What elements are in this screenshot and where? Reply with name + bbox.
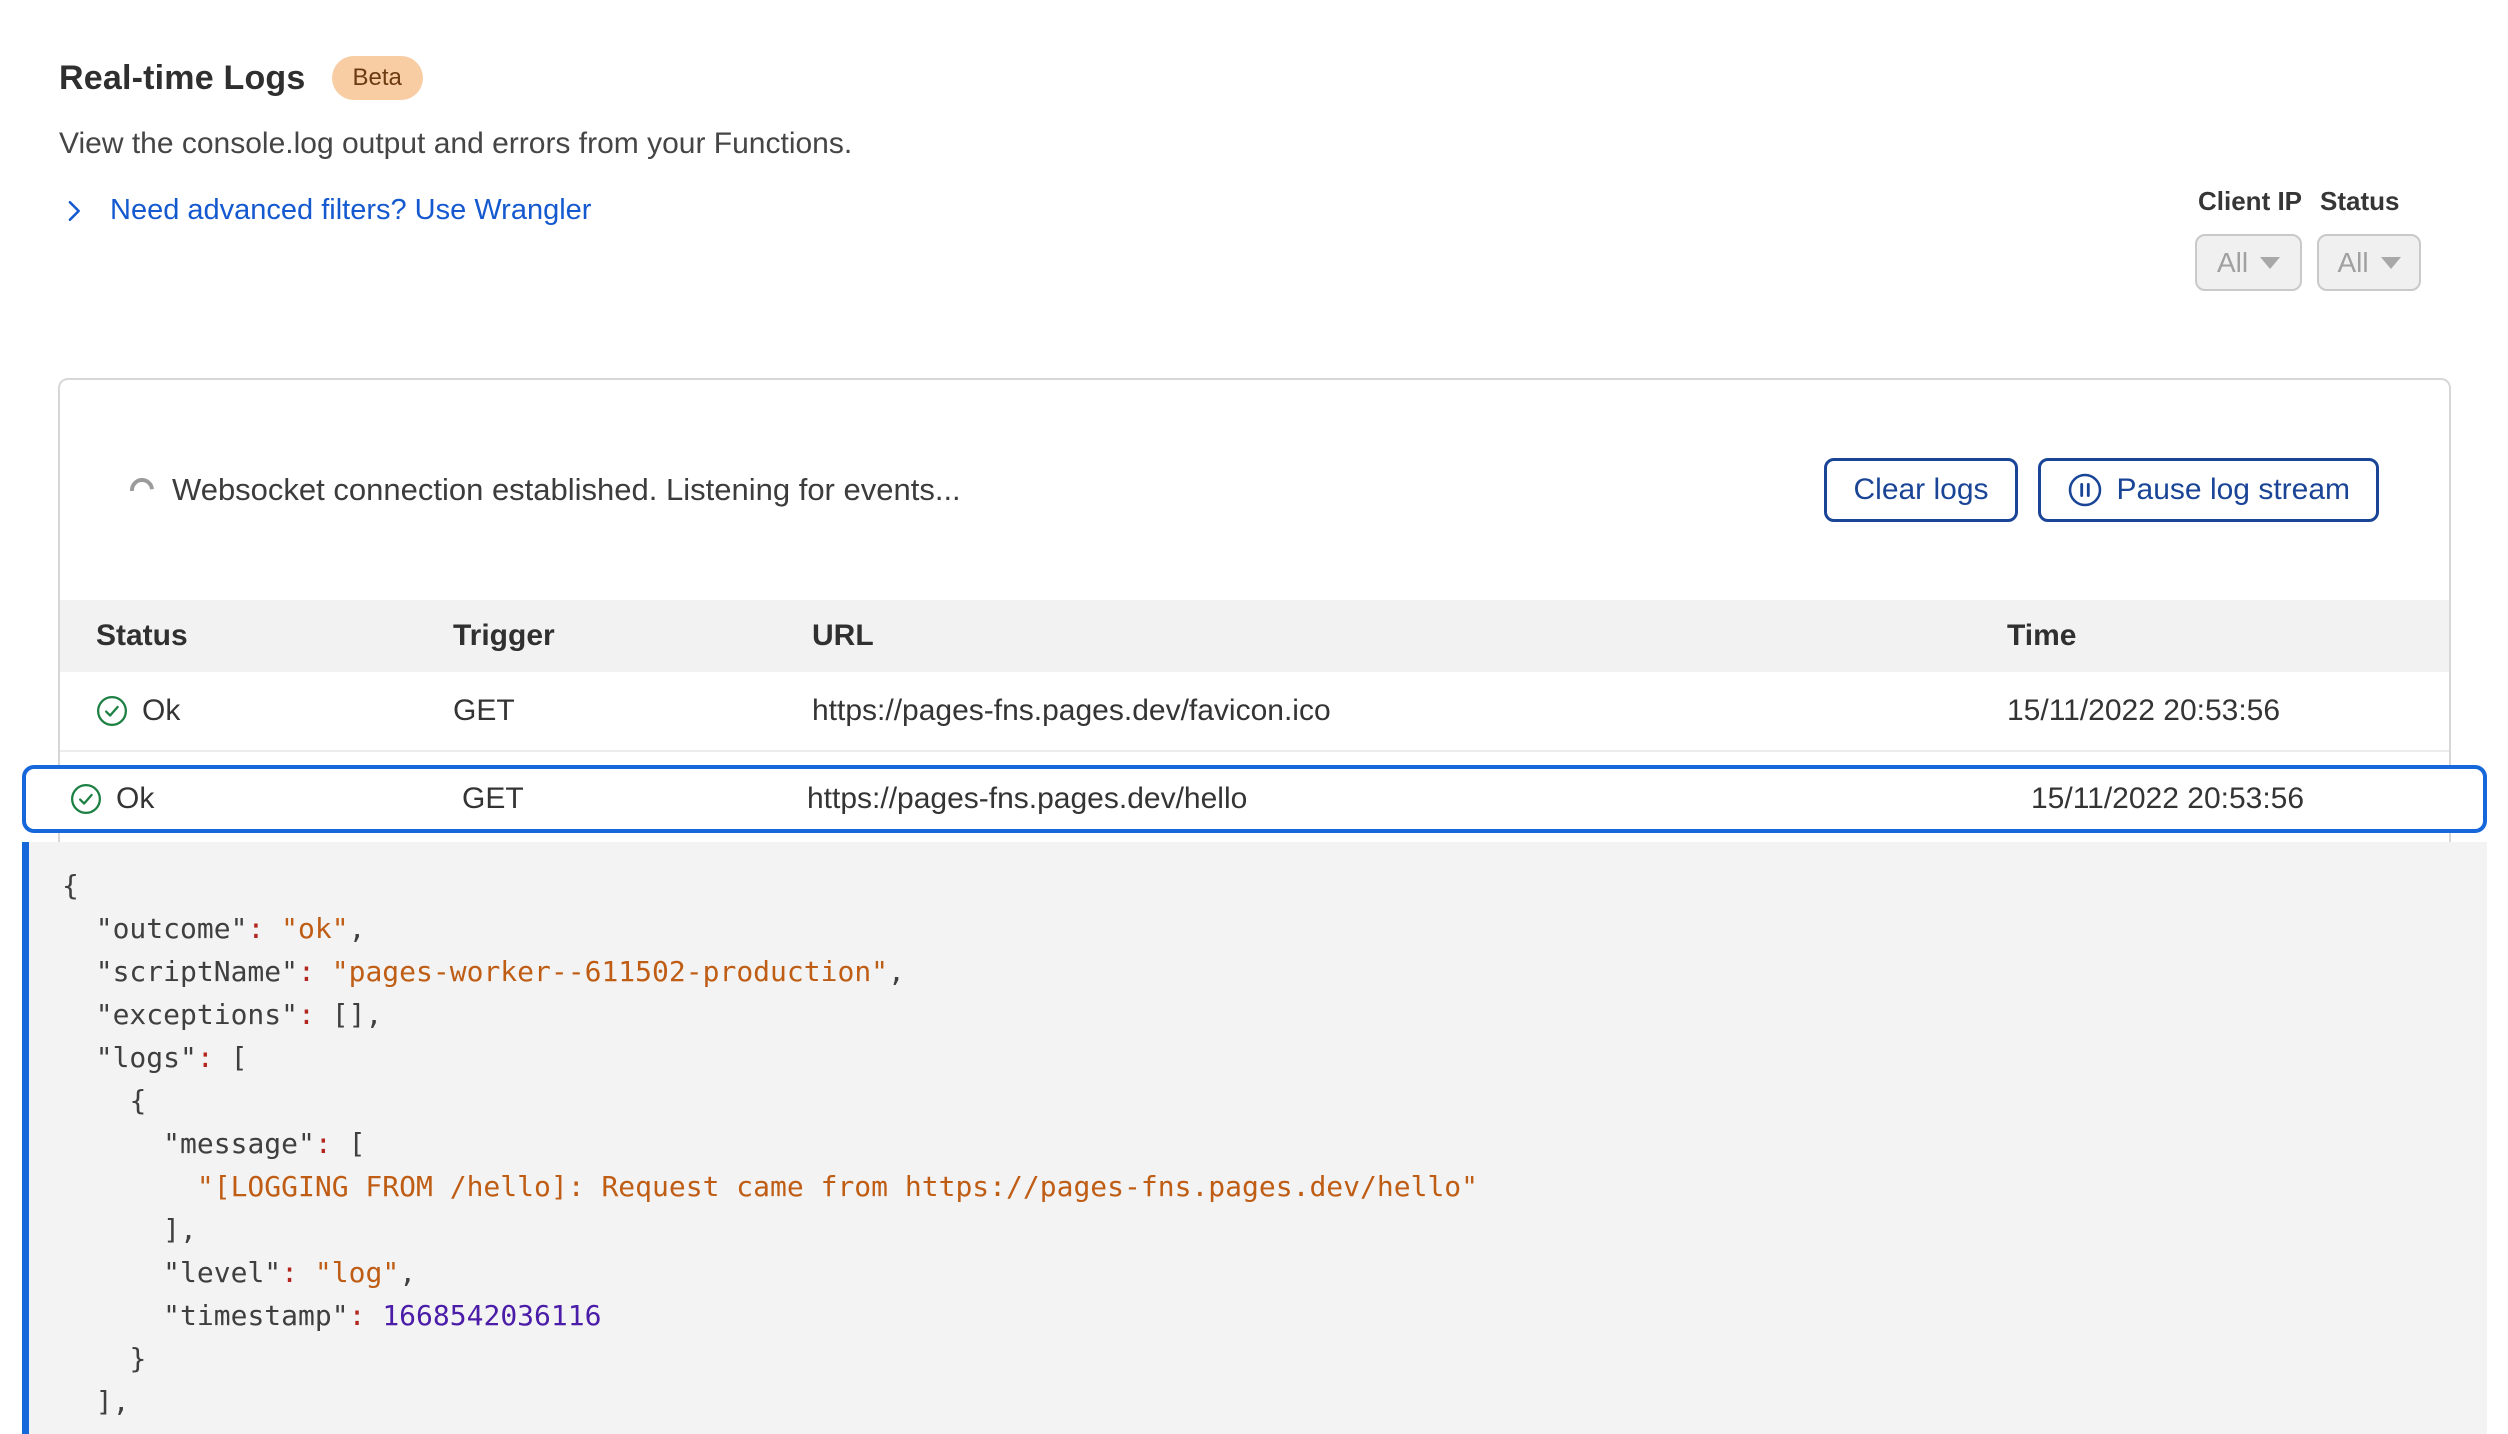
trigger-cell: GET [462,782,807,816]
table-header: Status Trigger URL Time [60,600,2449,672]
log-detail-json: { "outcome": "ok", "scriptName": "pages-… [22,842,2487,1434]
column-header-url: URL [812,619,2007,653]
pause-log-stream-button[interactable]: Pause log stream [2038,458,2379,522]
status-cell: Ok [70,782,462,816]
connection-status-bar: Websocket connection established. Listen… [60,380,2449,600]
status-filter-label: Status [2320,186,2421,217]
wrangler-link-label: Need advanced filters? Use Wrangler [110,194,591,227]
page-subtitle: View the console.log output and errors f… [59,127,852,161]
client-ip-filter-value: All [2217,247,2248,279]
page-title: Real-time Logs [59,59,306,98]
status-filter: Status All [2317,186,2421,291]
trigger-cell: GET [453,694,812,728]
pause-icon [2067,472,2103,508]
client-ip-filter-dropdown[interactable]: All [2195,234,2302,291]
column-header-time: Time [2007,619,2449,653]
realtime-logs-page: Real-time Logs Beta View the console.log… [0,0,2508,1434]
wrangler-link[interactable]: Need advanced filters? Use Wrangler [60,194,591,227]
url-cell: https://pages-fns.pages.dev/hello [807,782,2031,816]
table-row[interactable]: Ok GET https://pages-fns.pages.dev/favic… [60,672,2449,752]
caret-down-icon [2381,257,2401,269]
column-header-status: Status [96,619,453,653]
ok-check-icon [70,783,102,815]
beta-badge: Beta [332,56,423,100]
url-cell: https://pages-fns.pages.dev/favicon.ico [812,694,2007,728]
ok-check-icon [96,695,128,727]
connection-status-text: Websocket connection established. Listen… [172,472,961,508]
selected-table-row[interactable]: Ok GET https://pages-fns.pages.dev/hello… [22,765,2487,833]
json-code: { "outcome": "ok", "scriptName": "pages-… [62,864,2447,1423]
pause-log-stream-label: Pause log stream [2117,473,2350,507]
expanded-log-entry: Ok GET https://pages-fns.pages.dev/hello… [22,765,2487,1434]
time-cell: 15/11/2022 20:53:56 [2007,694,2449,728]
caret-down-icon [2260,257,2280,269]
status-cell: Ok [96,694,453,728]
status-label: Ok [116,782,154,816]
client-ip-filter-label: Client IP [2198,186,2302,217]
status-filter-dropdown[interactable]: All [2317,234,2421,291]
clear-logs-button[interactable]: Clear logs [1824,458,2017,522]
time-cell: 15/11/2022 20:53:56 [2031,782,2483,816]
status-label: Ok [142,694,180,728]
status-filter-value: All [2337,247,2368,279]
spinner-icon [125,473,159,507]
column-header-trigger: Trigger [453,619,812,653]
page-header: Real-time Logs Beta [59,56,423,100]
log-actions: Clear logs Pause log stream [1824,458,2379,522]
client-ip-filter: Client IP All [2195,186,2302,291]
chevron-right-icon [60,197,88,225]
